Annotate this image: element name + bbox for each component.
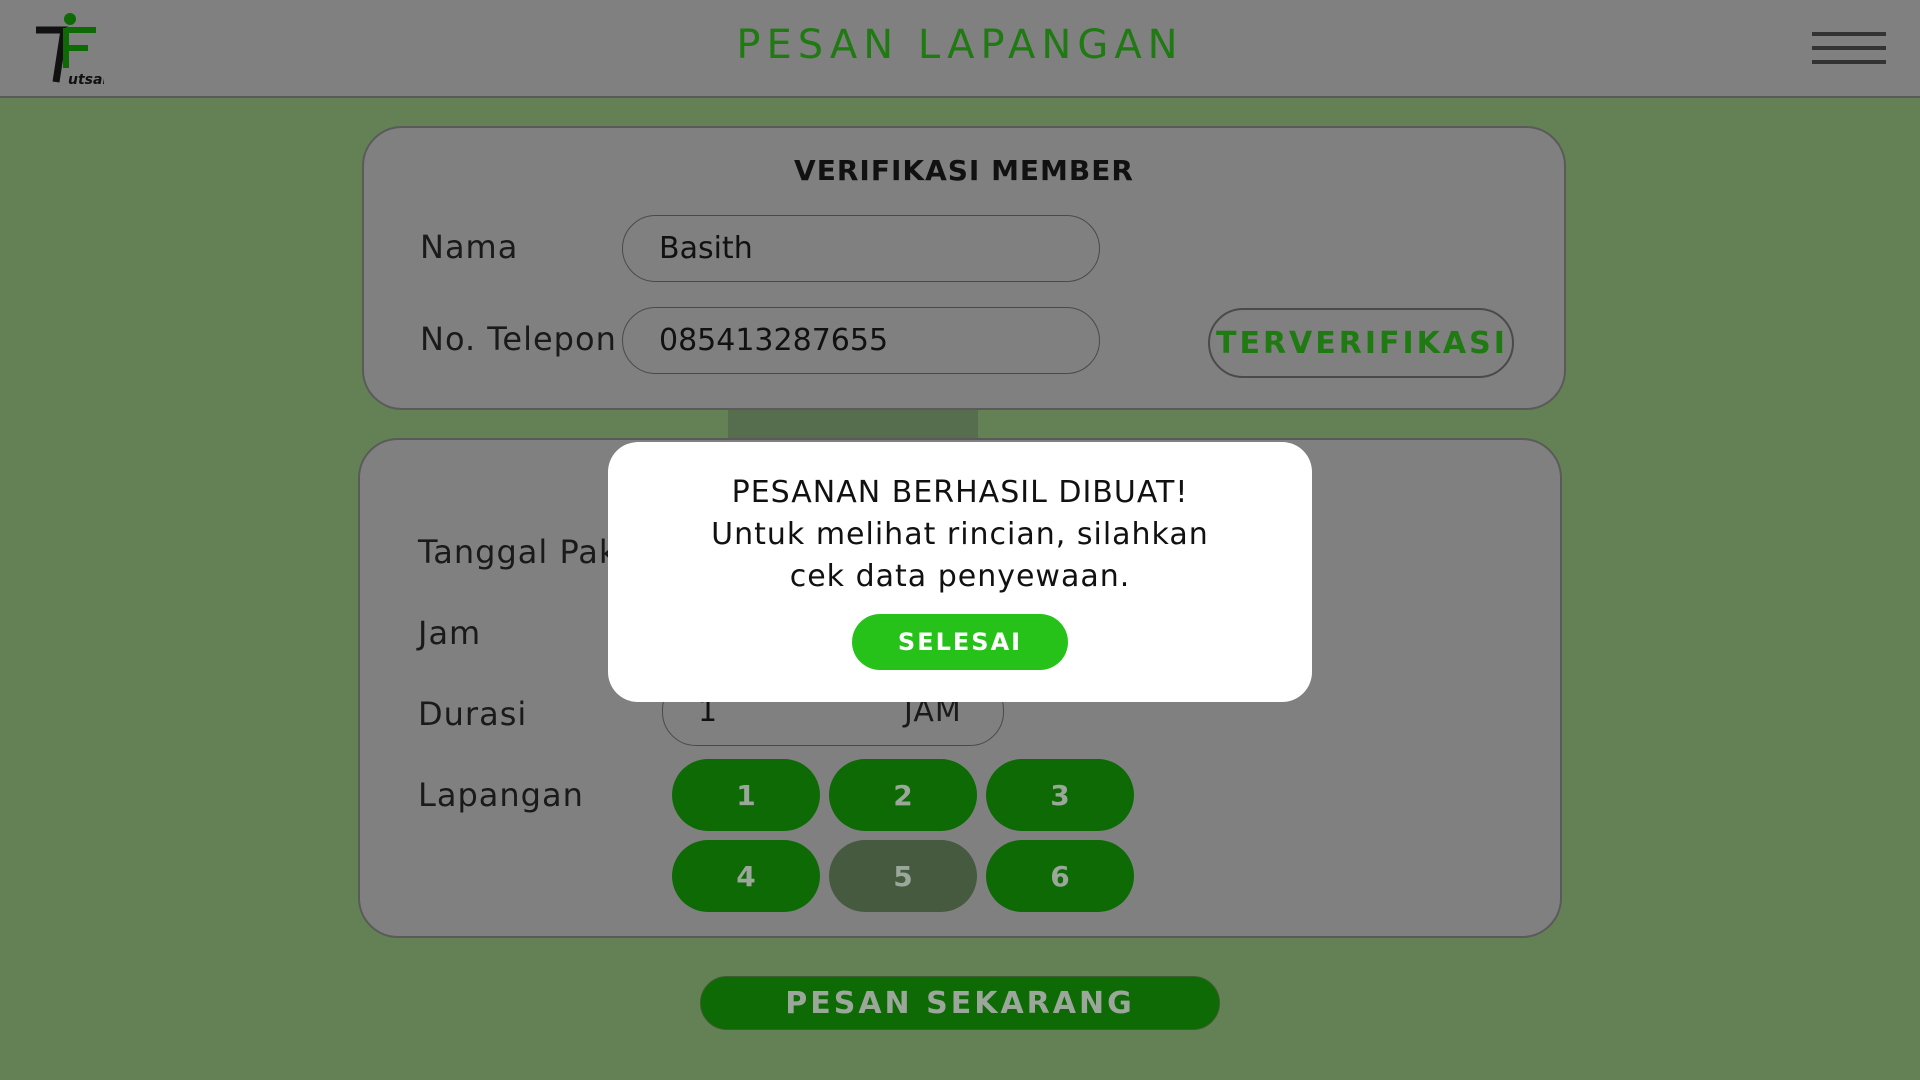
- phone-field[interactable]: [622, 307, 1100, 374]
- duration-label: Durasi: [418, 695, 528, 733]
- court-button-5[interactable]: 5: [829, 840, 977, 912]
- court-button-1[interactable]: 1: [672, 759, 820, 831]
- modal-message: PESANAN BERHASIL DIBUAT! Untuk melihat r…: [608, 472, 1312, 598]
- connector-strip-right: [978, 410, 1176, 438]
- success-modal: PESANAN BERHASIL DIBUAT! Untuk melihat r…: [608, 442, 1312, 702]
- hamburger-icon[interactable]: [1812, 32, 1886, 68]
- app-header: utsal PESAN LAPANGAN: [0, 0, 1920, 98]
- name-label: Nama: [420, 228, 519, 266]
- court-button-3[interactable]: 3: [986, 759, 1134, 831]
- modal-title: PESANAN BERHASIL DIBUAT!: [731, 475, 1189, 510]
- modal-line-2: Untuk melihat rincian, silahkan: [711, 517, 1209, 552]
- order-now-button[interactable]: PESAN SEKARANG: [700, 976, 1220, 1030]
- logo-small-text: utsal: [68, 72, 104, 88]
- time-label: Jam: [418, 614, 482, 652]
- verification-title: VERIFIKASI MEMBER: [794, 154, 1134, 187]
- court-button-6[interactable]: 6: [986, 840, 1134, 912]
- court-label: Lapangan: [418, 776, 584, 814]
- court-button-2[interactable]: 2: [829, 759, 977, 831]
- modal-line-3: cek data penyewaan.: [789, 559, 1131, 594]
- date-label: Tanggal Pak: [418, 533, 619, 571]
- phone-label: No. Telepon: [420, 320, 617, 358]
- court-button-4[interactable]: 4: [672, 840, 820, 912]
- page-title: PESAN LAPANGAN: [736, 22, 1184, 68]
- verified-button[interactable]: TERVERIFIKASI: [1208, 308, 1514, 378]
- done-button[interactable]: SELESAI: [852, 614, 1068, 670]
- name-field[interactable]: [622, 215, 1100, 282]
- connector-strip: [728, 410, 978, 438]
